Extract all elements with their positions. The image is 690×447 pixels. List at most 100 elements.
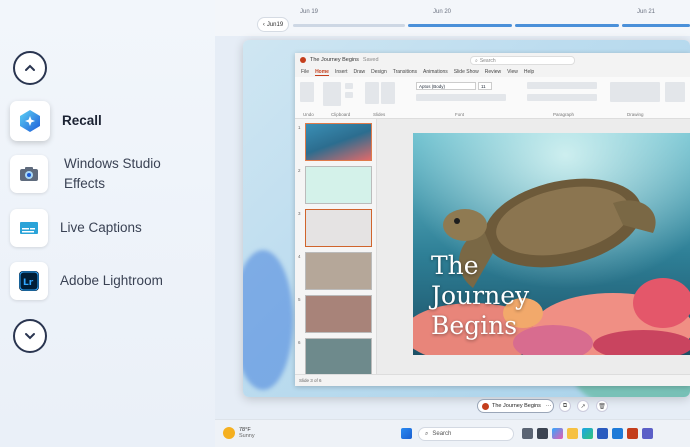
taskbar-search[interactable]: ⌕ Search <box>418 427 514 441</box>
powerpoint-icon <box>300 57 306 63</box>
ribbon-group-label: Drawing <box>627 112 644 117</box>
slide-editor: The Journey Begins <box>377 119 690 374</box>
slide-thumbnail[interactable] <box>305 295 372 333</box>
powerpoint-window[interactable]: The Journey Begins Saved ⌕ Search File H… <box>295 53 690 386</box>
store-icon[interactable] <box>597 428 608 439</box>
ppt-status-bar: Slide 3 of 6 <box>295 374 690 386</box>
slide-thumbnails: 1 2 3 4 5 6 <box>295 119 377 376</box>
cut-button[interactable] <box>345 83 353 89</box>
search-icon: ⌕ <box>475 57 478 64</box>
tab-slide-show[interactable]: Slide Show <box>454 69 479 75</box>
feature-item-studio-effects[interactable]: Windows Studio Effects <box>10 152 184 196</box>
recall-demo-screen: Recall Windows Studio Effects Live Capti… <box>0 0 690 447</box>
taskbar: 78°F Sunny ⌕ Search <box>215 419 690 447</box>
slide-title[interactable]: The Journey Begins <box>431 251 529 341</box>
slide-number: 4 <box>298 254 301 259</box>
timeline-back-chip[interactable]: ‹ Jun19 <box>257 17 289 32</box>
svg-text:Lr: Lr <box>23 278 34 288</box>
alignment-buttons[interactable] <box>527 94 597 101</box>
paste-button[interactable] <box>323 82 341 106</box>
timeline-segment[interactable] <box>515 24 619 27</box>
tab-review[interactable]: Review <box>485 69 501 75</box>
tab-transitions[interactable]: Transitions <box>393 69 417 75</box>
copilot-icon[interactable] <box>552 428 563 439</box>
teams-icon[interactable] <box>642 428 653 439</box>
ribbon-group-label: Paragraph <box>553 112 575 117</box>
timeline-segment[interactable] <box>293 24 405 27</box>
slide-thumbnail[interactable] <box>305 166 372 204</box>
snapshot-app-pill[interactable]: The Journey Begins ··· <box>477 399 554 413</box>
slide-thumbnail[interactable] <box>305 252 372 290</box>
powerpoint-taskbar-icon[interactable] <box>627 428 638 439</box>
file-explorer-icon[interactable] <box>567 428 578 439</box>
tab-design[interactable]: Design <box>371 69 387 75</box>
font-format-buttons[interactable] <box>416 94 506 101</box>
font-name-select[interactable]: Aptos (Body) <box>416 82 476 90</box>
ribbon-group-label: Font <box>455 112 465 117</box>
shapes-gallery[interactable] <box>610 82 660 102</box>
recall-taskbar-icon[interactable] <box>612 428 623 439</box>
timeline-bar[interactable]: Jun 19 Jun 20 Jun 21 ‹ Jun19 <box>215 0 690 36</box>
slide-thumbnail[interactable] <box>305 123 372 161</box>
reuse-slides-button[interactable] <box>381 82 395 104</box>
back-chip-label: Jun19 <box>266 21 284 28</box>
tab-insert[interactable]: Insert <box>335 69 348 75</box>
feature-item-recall[interactable]: Recall <box>10 99 102 143</box>
undo-button[interactable] <box>300 82 314 102</box>
font-size-select[interactable]: 11 <box>478 82 492 90</box>
chevron-up-icon <box>25 64 35 71</box>
timeline-segment[interactable] <box>622 24 690 27</box>
ppt-menu-tabs: File Home Insert Draw Design Transitions… <box>295 67 690 77</box>
start-icon[interactable] <box>401 428 412 439</box>
taskbar-search-placeholder: Search <box>432 431 452 437</box>
current-slide[interactable]: The Journey Begins <box>413 133 690 355</box>
chevron-left-icon: ‹ <box>262 21 265 28</box>
task-view-icon[interactable] <box>522 428 533 439</box>
tab-help[interactable]: Help <box>524 69 534 75</box>
feature-label: Windows Studio Effects <box>64 156 161 191</box>
ribbon-group-label: Clipboard <box>331 112 351 117</box>
timeline-date: Jun 19 <box>300 9 319 15</box>
weather-widget[interactable]: 78°F Sunny <box>223 427 255 439</box>
paragraph-buttons[interactable] <box>527 82 597 89</box>
snapshot-preview[interactable]: The Journey Begins Saved ⌕ Search File H… <box>243 40 690 397</box>
ppt-titlebar: The Journey Begins Saved ⌕ Search <box>295 53 690 67</box>
ppt-saved-status: Saved <box>362 57 379 63</box>
widgets-icon[interactable] <box>537 428 548 439</box>
tab-view[interactable]: View <box>507 69 518 75</box>
ppt-search-placeholder: Search <box>479 57 496 64</box>
arrange-button[interactable] <box>665 82 685 102</box>
edge-icon[interactable] <box>582 428 593 439</box>
copy-icon: ⧉ <box>562 402 568 409</box>
tab-animations[interactable]: Animations <box>423 69 448 75</box>
slide-thumbnail[interactable] <box>305 338 372 376</box>
weather-condition: Sunny <box>239 433 255 439</box>
share-snapshot-button[interactable]: ↗ <box>577 400 589 412</box>
tab-home[interactable]: Home <box>315 69 329 76</box>
ppt-ribbon: Aptos (Body) 11 Undo Clipboard Slides Fo… <box>295 77 690 119</box>
copy-button[interactable] <box>345 92 353 98</box>
timeline-date: Jun 20 <box>433 9 452 15</box>
camera-icon <box>10 155 48 193</box>
scroll-down-button[interactable] <box>13 319 47 353</box>
feature-item-live-captions[interactable]: Live Captions <box>10 206 142 250</box>
delete-snapshot-button[interactable]: 🗑 <box>596 400 608 412</box>
timeline-segment[interactable] <box>408 24 512 27</box>
copy-snapshot-button[interactable]: ⧉ <box>559 400 571 412</box>
more-icon: ··· <box>545 403 552 409</box>
new-slide-button[interactable] <box>365 82 379 104</box>
feature-item-adobe-lightroom[interactable]: Lr Adobe Lightroom <box>10 259 163 303</box>
scroll-up-button[interactable] <box>13 51 47 85</box>
ppt-document-title: The Journey Begins <box>310 57 359 63</box>
sun-icon <box>223 427 235 439</box>
tab-draw[interactable]: Draw <box>353 69 365 75</box>
slide-number: 6 <box>298 340 301 345</box>
timeline-date: Jun 21 <box>637 9 656 15</box>
feature-label: Adobe Lightroom <box>60 273 163 288</box>
captions-icon <box>10 209 48 247</box>
ppt-search-box[interactable]: ⌕ Search <box>470 56 575 65</box>
search-icon: ⌕ <box>425 430 429 437</box>
tab-file[interactable]: File <box>301 69 309 75</box>
slide-thumbnail-selected[interactable] <box>305 209 372 247</box>
lightroom-icon: Lr <box>10 262 48 300</box>
